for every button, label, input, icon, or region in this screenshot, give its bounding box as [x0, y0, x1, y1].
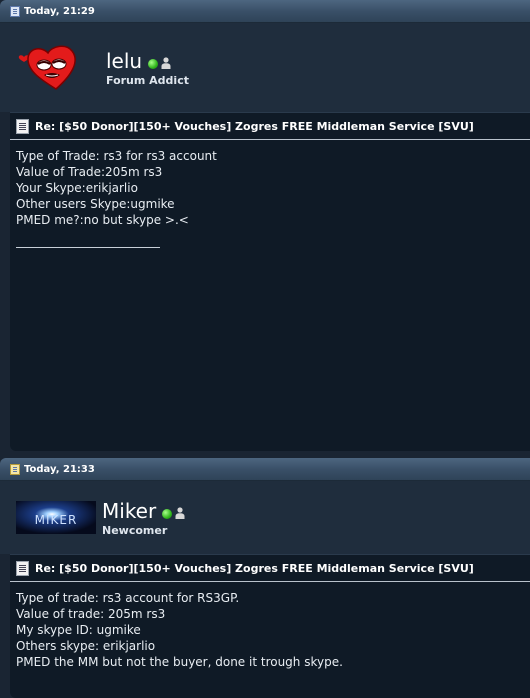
- document-icon: [16, 560, 29, 576]
- message-line: PMED the MM but not the buyer, done it t…: [16, 655, 343, 669]
- post-subject-text: Re: [$50 Donor][150+ Vouches] Zogres FRE…: [35, 119, 474, 133]
- post-subject: Re: [$50 Donor][150+ Vouches] Zogres FRE…: [10, 113, 530, 140]
- post-content: Re: [$50 Donor][150+ Vouches] Zogres FRE…: [10, 554, 530, 698]
- post-page-icon: [10, 463, 20, 475]
- message-line: Value of Trade:205m rs3: [16, 165, 163, 179]
- post: Today, 21:29 lelu Forum Addict Re: [$50 …: [0, 0, 530, 451]
- message-line: My skype ID: ugmike: [16, 623, 141, 637]
- user-profile-icon[interactable]: [175, 506, 185, 519]
- online-status-icon: [148, 58, 159, 69]
- message-line: Type of Trade: rs3 for rs3 account: [16, 149, 217, 163]
- avatar[interactable]: MIKER: [16, 501, 96, 534]
- post-date: Today, 21:33: [24, 463, 95, 475]
- user-profile-icon[interactable]: [161, 56, 171, 69]
- avatar[interactable]: [16, 43, 102, 93]
- avatar-text: MIKER: [35, 513, 78, 527]
- user-info: MIKER Miker Newcomer: [0, 481, 530, 554]
- username[interactable]: lelu: [106, 49, 142, 73]
- online-status-icon: [162, 508, 173, 519]
- document-icon: [16, 118, 29, 134]
- user-info: lelu Forum Addict: [0, 23, 530, 112]
- post-header: Today, 21:33: [0, 458, 530, 481]
- message-line: Others skype: erikjarlio: [16, 639, 156, 653]
- post-page-icon: [10, 5, 20, 17]
- username[interactable]: Miker: [102, 499, 156, 523]
- miker-logo-icon: MIKER: [16, 501, 96, 534]
- message-line: PMED me?:no but skype >.<: [16, 213, 189, 227]
- signature-divider: [16, 247, 160, 248]
- post-header: Today, 21:29: [0, 0, 530, 23]
- post-date: Today, 21:29: [24, 5, 95, 17]
- post-content: Re: [$50 Donor][150+ Vouches] Zogres FRE…: [10, 112, 530, 451]
- heart-face-icon: [18, 45, 76, 90]
- user-rank: Newcomer: [102, 523, 168, 537]
- message-line: Other users Skype:ugmike: [16, 197, 175, 211]
- message-line: Type of trade: rs3 account for RS3GP.: [16, 591, 240, 605]
- post-subject: Re: [$50 Donor][150+ Vouches] Zogres FRE…: [10, 555, 530, 582]
- user-rank: Forum Addict: [106, 73, 189, 87]
- post-subject-text: Re: [$50 Donor][150+ Vouches] Zogres FRE…: [35, 561, 474, 575]
- post-message: Type of trade: rs3 account for RS3GP. Va…: [10, 582, 530, 670]
- post-message: Type of Trade: rs3 for rs3 account Value…: [10, 140, 530, 228]
- message-line: Value of trade: 205m rs3: [16, 607, 166, 621]
- post: Today, 21:33 MIKER Miker Newcomer Re: [$…: [0, 458, 530, 698]
- message-line: Your Skype:erikjarlio: [16, 181, 138, 195]
